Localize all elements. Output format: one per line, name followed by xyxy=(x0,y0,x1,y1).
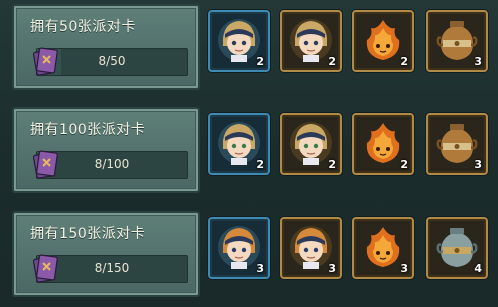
party-card-icon xyxy=(32,47,58,76)
reward-slot[interactable]: 2 xyxy=(208,10,270,72)
progress-bar: 8/100 xyxy=(36,151,188,179)
achievement-row: 拥有150张派对卡 8/150 3 3 3 4 xyxy=(0,207,498,307)
reward-quantity: 4 xyxy=(474,262,482,275)
reward-quantity: 2 xyxy=(400,158,408,171)
achievement-row: 拥有50张派对卡 8/50 2 2 2 3 xyxy=(0,0,498,96)
reward-slot[interactable]: 2 xyxy=(352,113,414,175)
reward-slot[interactable]: 3 xyxy=(208,217,270,279)
party-card-icon xyxy=(32,254,58,283)
achievement-title: 拥有150张派对卡 xyxy=(30,226,146,242)
progress-count: 8/150 xyxy=(94,261,130,275)
party-card-icon xyxy=(32,150,58,179)
achievement-row: 拥有100张派对卡 8/100 2 2 2 3 xyxy=(0,103,498,199)
reward-slot[interactable]: 2 xyxy=(352,10,414,72)
reward-quantity: 2 xyxy=(256,158,264,171)
achievement-title: 拥有50张派对卡 xyxy=(30,19,136,35)
reward-quantity: 3 xyxy=(328,262,336,275)
progress-count: 8/50 xyxy=(98,54,126,68)
reward-slot[interactable]: 2 xyxy=(280,10,342,72)
reward-quantity: 3 xyxy=(474,158,482,171)
reward-slot[interactable]: 2 xyxy=(280,113,342,175)
reward-quantity: 3 xyxy=(400,262,408,275)
reward-quantity: 2 xyxy=(328,55,336,68)
progress-bar: 8/150 xyxy=(36,255,188,283)
achievement-panel: 拥有50张派对卡 8/50 xyxy=(12,4,200,90)
reward-slot[interactable]: 2 xyxy=(208,113,270,175)
reward-quantity: 2 xyxy=(400,55,408,68)
progress-bar: 8/50 xyxy=(36,48,188,76)
achievement-panel: 拥有150张派对卡 8/150 xyxy=(12,211,200,297)
reward-slot[interactable]: 3 xyxy=(426,113,488,175)
reward-slot[interactable]: 3 xyxy=(280,217,342,279)
reward-quantity: 3 xyxy=(474,55,482,68)
reward-slot[interactable]: 3 xyxy=(352,217,414,279)
progress-count: 8/100 xyxy=(94,157,130,171)
reward-quantity: 2 xyxy=(256,55,264,68)
achievement-panel: 拥有100张派对卡 8/100 xyxy=(12,107,200,193)
reward-quantity: 3 xyxy=(256,262,264,275)
reward-slot[interactable]: 4 xyxy=(426,217,488,279)
achievement-title: 拥有100张派对卡 xyxy=(30,122,146,138)
reward-quantity: 2 xyxy=(328,158,336,171)
reward-slot[interactable]: 3 xyxy=(426,10,488,72)
